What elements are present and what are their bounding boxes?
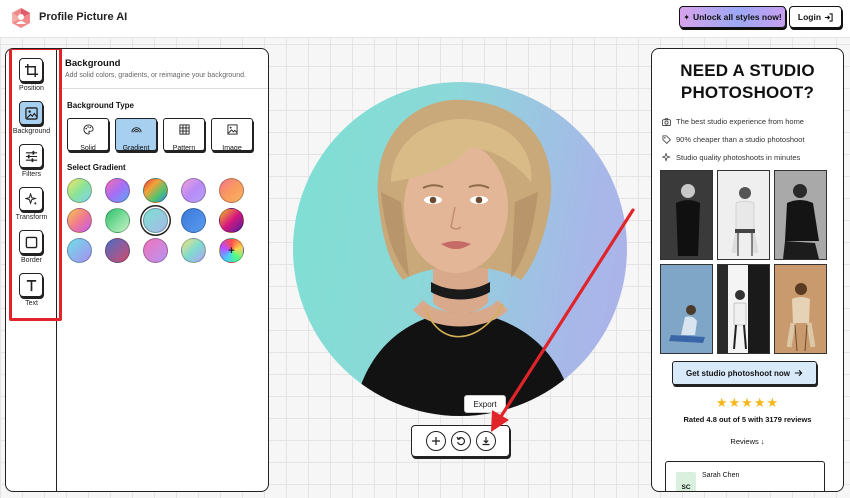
promo-bullet: 90% cheaper than a studio photoshoot [662,135,804,144]
select-gradient-label: Select Gradient [67,163,126,172]
reset-button[interactable] [451,431,471,451]
gradient-swatch[interactable] [219,208,244,233]
studio-promo-card: NEED A STUDIO PHOTOSHOOT? The best studi… [651,48,844,492]
gradient-swatch[interactable] [143,208,168,233]
add-button[interactable] [426,431,446,451]
review-card: SC Sarah Chen [665,461,825,491]
panel-title: Background [65,58,121,69]
type-pattern-button[interactable]: Pattern [163,118,205,152]
type-label: Solid [80,145,96,152]
tool-label: Background [12,128,51,135]
sparkle-icon [662,153,671,162]
camera-icon [662,117,671,126]
reviews-link[interactable]: Reviews ↓ [652,437,843,446]
type-label: Gradient [122,145,150,152]
gradient-swatch[interactable] [105,178,130,203]
tool-label: Text [25,300,38,307]
background-settings: Background Add solid colors, gradients, … [58,49,268,491]
sparkle-icon [24,192,37,205]
promo-bullet: Studio quality photoshoots in minutes [662,153,800,162]
image-icon [24,106,38,120]
export-tooltip: Export [464,395,506,413]
app-title[interactable]: Profile Picture AI [39,11,127,23]
image-icon [226,124,238,135]
tool-filters[interactable]: Filters [6,144,57,186]
bullet-text: The best studio experience from home [676,117,804,126]
grid-icon [178,124,190,135]
sample-photo [660,170,713,260]
custom-gradient-swatch[interactable]: + [219,238,244,263]
refresh-icon [456,436,466,446]
tool-transform[interactable]: Transform [6,187,57,229]
bullet-text: 90% cheaper than a studio photoshoot [676,135,805,144]
arrow-right-icon [794,369,803,377]
sample-photo [717,264,770,354]
promo-title: NEED A STUDIO PHOTOSHOOT? [680,61,815,102]
editor-panel: Position Background Filters Transform Bo… [5,48,269,492]
tool-text[interactable]: Text [6,273,57,315]
tool-label: Border [20,257,42,264]
tool-label: Filters [21,171,42,178]
promo-bullet: The best studio experience from home [662,117,804,126]
sample-photo [717,170,770,260]
login-arrow-icon [824,12,833,22]
tool-border[interactable]: Border [6,230,57,272]
top-header: Profile Picture AI ✦ Unlock all styles n… [0,0,850,38]
bullet-text: Studio quality photoshoots in minutes [676,153,801,162]
gradient-swatch[interactable] [181,208,206,233]
download-icon [482,437,490,446]
app-logo-icon[interactable] [10,7,32,29]
gradient-swatch[interactable] [67,238,92,263]
unlock-styles-button[interactable]: ✦ Unlock all styles now! [679,6,786,28]
gradient-swatch[interactable] [105,238,130,263]
type-image-button[interactable]: Image [211,118,253,152]
plus-icon [432,437,440,445]
rating-text: Rated 4.8 out of 5 with 3179 reviews [683,415,812,424]
gradient-swatch[interactable] [181,238,206,263]
tool-position[interactable]: Position [6,58,57,100]
tool-background[interactable]: Background [6,101,57,143]
gradient-swatch[interactable] [143,238,168,263]
tool-rail: Position Background Filters Transform Bo… [6,49,57,491]
gradient-swatch[interactable] [67,178,92,203]
type-solid-button[interactable]: Solid [67,118,109,152]
sample-photo [774,264,827,354]
sample-photo [660,264,713,354]
text-icon [26,279,36,291]
crop-icon [24,63,38,77]
portrait-illustration [353,99,575,416]
gradient-swatch[interactable] [67,208,92,233]
tag-icon [662,135,671,144]
sample-photo [774,170,827,260]
cta-label: Get studio photoshoot now [686,368,790,378]
avatar: SC [676,472,696,491]
tool-label: Position [19,85,44,92]
sparkle-icon: ✦ [683,12,690,22]
gradient-swatch[interactable] [143,178,168,203]
palette-icon [83,124,94,135]
export-button[interactable] [476,431,496,451]
get-studio-photoshoot-button[interactable]: Get studio photoshoot now [672,361,817,385]
login-button[interactable]: Login [789,6,842,28]
rainbow-icon [130,127,142,133]
sliders-icon [25,150,37,162]
square-icon [25,236,37,248]
reviewer-name: Sarah Chen [702,472,740,479]
plus-icon: + [228,244,235,257]
gradient-swatch[interactable] [219,178,244,203]
gradient-swatch[interactable] [105,208,130,233]
profile-picture-preview[interactable] [293,82,627,416]
background-type-label: Background Type [67,101,134,110]
rating-stars: ★★★★★ [715,395,780,410]
canvas-action-bar [411,425,510,457]
gradient-swatch[interactable] [181,178,206,203]
unlock-label: Unlock all styles now! [692,12,782,22]
type-label: Pattern [172,145,196,152]
tool-label: Transform [15,214,48,221]
login-label: Login [797,12,822,22]
type-label: Image [222,145,242,152]
panel-subtitle: Add solid colors, gradients, or reimagin… [65,72,246,79]
type-gradient-button[interactable]: Gradient [115,118,157,152]
